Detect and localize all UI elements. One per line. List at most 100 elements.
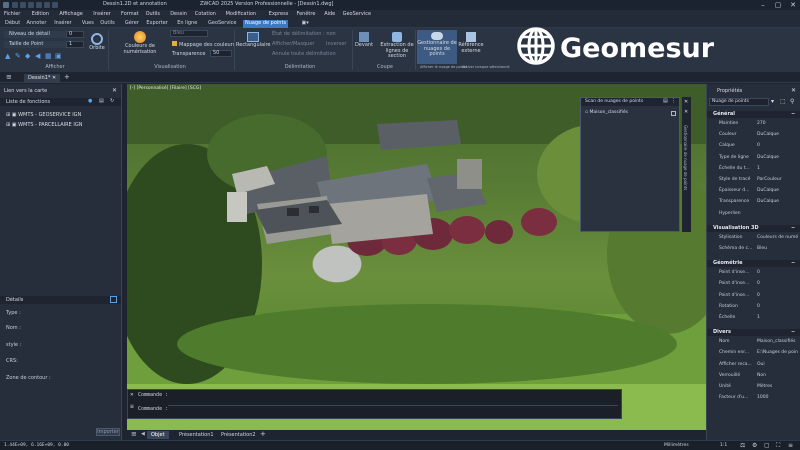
print-icon[interactable] <box>36 2 42 8</box>
property-value[interactable]: DuCalque <box>757 132 779 137</box>
property-value[interactable]: 270 <box>757 121 766 126</box>
property-row[interactable]: Style de tracé ParCouleur <box>707 176 800 184</box>
list-view-icon[interactable]: ▤ <box>663 98 668 104</box>
property-row[interactable]: Échelle du t... 1 <box>707 165 800 173</box>
mappage-couleurs-button[interactable]: Mappage des couleurs <box>172 41 235 48</box>
property-row[interactable]: Maintien 270 <box>707 120 800 128</box>
object-type-select[interactable]: Nuage de points <box>709 98 769 106</box>
filter-icon[interactable]: ⚲ <box>790 98 794 105</box>
menu-item[interactable]: Express <box>269 11 289 17</box>
details-toggle-icon[interactable] <box>110 296 117 303</box>
property-row[interactable]: Facteur d'u... 1000 <box>707 394 800 402</box>
property-row[interactable]: Couleur DuCalque <box>707 131 800 139</box>
command-prompt[interactable]: Commande : <box>138 406 168 412</box>
ribbon-tab[interactable]: Outils <box>98 20 116 26</box>
property-row[interactable]: Type de ligne DuCalque <box>707 154 800 162</box>
property-section-header[interactable]: Divers − <box>707 329 800 337</box>
layout-prev-icon[interactable]: ◀ <box>141 431 145 437</box>
menu-item[interactable]: Format <box>121 11 139 17</box>
property-row[interactable]: Nom Maison_classifiés <box>707 338 800 346</box>
redo-icon[interactable] <box>52 2 58 8</box>
property-value[interactable]: Couleurs de numé <box>757 235 798 240</box>
layout-tab-presentation2[interactable]: Présentation2 <box>217 431 260 439</box>
doc-tab-dessin1[interactable]: Dessin1* ✕ <box>24 74 61 83</box>
property-section-header[interactable]: Visualisation 3D − <box>707 224 800 232</box>
ribbon-tab[interactable]: Début <box>3 20 22 26</box>
cmd-close-icon[interactable]: ✕ <box>130 391 134 398</box>
lock-icon[interactable]: ▢ <box>764 442 770 449</box>
property-value[interactable]: Oui <box>757 362 765 367</box>
ribbon-tab[interactable]: Insérer <box>52 20 73 26</box>
property-row[interactable]: Chemin enr... E:\Nuages de poin <box>707 349 800 357</box>
orbite-button[interactable]: Orbite <box>87 33 107 52</box>
ribbon-tab[interactable]: Gérer <box>123 20 141 26</box>
cube-icon[interactable]: ▣ <box>55 52 63 60</box>
ribbon-tab[interactable]: Nuage de points <box>243 20 289 28</box>
property-section-header[interactable]: Géométrie − <box>707 260 800 268</box>
cmd-options-icon[interactable]: ≡ <box>130 403 134 410</box>
layout-tab-presentation1[interactable]: Présentation1 <box>175 431 218 439</box>
property-row[interactable]: Point d'inse... 0 <box>707 269 800 277</box>
new-file-icon[interactable] <box>12 2 18 8</box>
measure-icon[interactable]: ◀ <box>35 52 43 60</box>
menu-item[interactable]: Dessin <box>170 11 187 17</box>
panel-close-icon[interactable]: ✕ <box>112 87 117 94</box>
ribbon-tab[interactable]: En ligne <box>175 20 199 26</box>
annuler-delimitation-button[interactable]: Annule toute délimitation <box>272 51 336 57</box>
view-icon[interactable]: ▲ <box>5 52 13 60</box>
inverser-button[interactable]: Inverser <box>326 41 346 47</box>
property-row[interactable]: Calque 0 <box>707 142 800 150</box>
menu-item[interactable]: GeoService <box>343 11 372 17</box>
command-input[interactable] <box>168 405 618 414</box>
scale-select[interactable]: 1:1 <box>720 443 727 448</box>
tree-view-icon[interactable]: ⋮ <box>671 98 676 104</box>
cloud-panel-close-icon[interactable]: ✕ <box>684 99 688 105</box>
pin-icon[interactable]: ✎ <box>15 52 23 60</box>
units-select[interactable]: Millimètres <box>664 443 689 448</box>
command-line[interactable]: ✕ Commande : ≡ Commande : <box>127 389 622 419</box>
ribbon-tab[interactable]: GeoService <box>206 20 239 26</box>
property-row[interactable]: Hyperlien <box>707 210 800 218</box>
globe-small-icon[interactable]: ● <box>88 98 92 104</box>
property-value[interactable]: DuCalque <box>757 188 779 193</box>
import-button[interactable]: Importer <box>96 428 120 436</box>
gestionnaire-button[interactable]: Gestionnaire de nuages de points <box>417 30 457 64</box>
property-value[interactable]: E:\Nuages de poin <box>757 350 798 355</box>
property-row[interactable]: Point d'inse... 0 <box>707 280 800 288</box>
menu-item[interactable]: Edition <box>32 11 49 17</box>
property-row[interactable]: Transparence DuCalque <box>707 198 800 206</box>
property-row[interactable]: Stylisation Couleurs de numé <box>707 234 800 242</box>
workspace-selector[interactable]: Dessin1.2D et annotation <box>103 1 167 7</box>
taille-point-input[interactable]: 1 <box>66 41 84 48</box>
menu-item[interactable]: Insérer <box>93 11 110 17</box>
customize-icon[interactable]: ≡ <box>788 442 793 449</box>
property-section-header[interactable]: Général − <box>707 111 800 118</box>
devant-button[interactable]: Devant <box>354 32 374 49</box>
list-item[interactable]: ⊞ ▣ WMTS - GEOSERVICE IGN <box>6 112 81 118</box>
menu-item[interactable]: Affichage <box>59 11 83 17</box>
open-icon[interactable] <box>20 2 26 8</box>
menu-item[interactable]: Outils <box>146 11 160 17</box>
hamburger-icon[interactable]: ≡ <box>6 73 12 81</box>
property-value[interactable]: Maison_classifiés <box>757 339 795 344</box>
menu-item[interactable]: Modification <box>226 11 256 17</box>
couleurs-numerisation-button[interactable]: Couleurs de numérisation <box>110 31 170 55</box>
transparence-input[interactable]: 50 <box>210 50 232 57</box>
property-value[interactable]: DuCalque <box>757 155 779 160</box>
activer-lorsque[interactable]: Activer lorsque sélectionné <box>462 65 510 69</box>
property-value[interactable]: 0 <box>757 143 760 148</box>
property-row[interactable]: Point d'inse... 0 <box>707 292 800 300</box>
menu-item[interactable]: Fichier <box>4 11 20 17</box>
close-tab-icon[interactable]: ✕ <box>52 75 56 81</box>
cloud-panel-pin-icon[interactable]: ✕ <box>684 109 688 115</box>
grid-icon[interactable]: ▦ <box>45 52 53 60</box>
layout-tab-objet[interactable]: Objet <box>147 431 169 439</box>
property-value[interactable]: DuCalque <box>757 199 779 204</box>
color-scheme-select[interactable]: Bleu <box>170 30 208 37</box>
menu-item[interactable]: Cotation <box>195 11 216 17</box>
property-value[interactable]: Bleu <box>757 246 767 251</box>
section-icon[interactable]: ◆ <box>25 52 33 60</box>
select-objects-icon[interactable]: ⬚ <box>780 98 786 105</box>
property-value[interactable]: 1 <box>757 166 760 171</box>
viewport-label[interactable]: [-] [Personnalisé] [Filaire] [SCG] <box>130 86 201 91</box>
